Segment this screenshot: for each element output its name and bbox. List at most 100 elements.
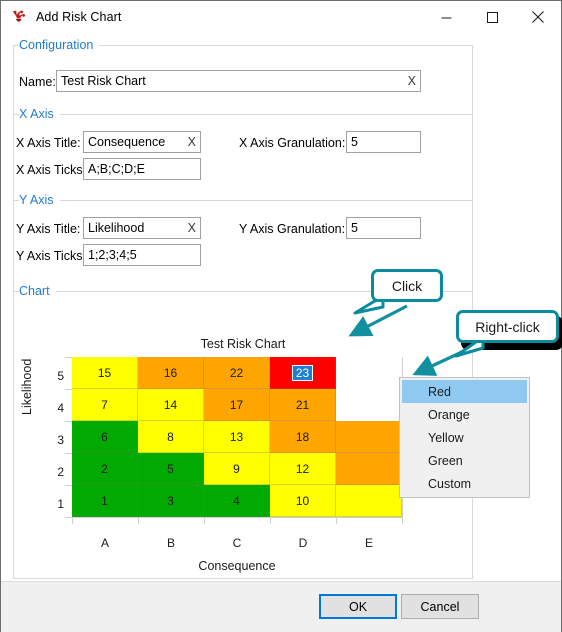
name-input[interactable]: Test Risk Chart X: [56, 70, 421, 92]
risk-cell-selected[interactable]: 23: [270, 357, 336, 389]
context-menu-item-label: Orange: [428, 407, 470, 422]
risk-cell[interactable]: [336, 389, 402, 421]
risk-cell[interactable]: 2: [72, 453, 138, 485]
dialog-content: Configuration Name: Test Risk Chart X X …: [1, 33, 561, 581]
name-clear-icon[interactable]: X: [404, 74, 416, 88]
risk-cell[interactable]: 10: [270, 485, 336, 517]
risk-cell-value: 1: [101, 493, 108, 508]
x-axis-title-value: Consequence: [88, 135, 166, 149]
x-tick-label: C: [232, 536, 242, 550]
risk-cell-value: 8: [167, 429, 174, 444]
risk-cell[interactable]: 15: [72, 357, 138, 389]
risk-cell-value: 22: [229, 365, 244, 380]
context-menu-item-custom[interactable]: Custom: [400, 472, 529, 495]
y-axis-title-input[interactable]: Likelihood X: [83, 217, 201, 239]
risk-cell-value: 9: [233, 461, 240, 476]
risk-cell[interactable]: [336, 485, 402, 517]
y-tick-label: 2: [57, 465, 64, 479]
risk-cell[interactable]: [336, 357, 402, 389]
x-axis-granulation-value: 5: [351, 135, 358, 149]
y-axis-title-label: Y Axis Title:: [16, 222, 81, 236]
x-axis-ticks-input[interactable]: A;B;C;D;E: [83, 158, 201, 180]
risk-cell-value: 16: [163, 365, 178, 380]
name-input-value: Test Risk Chart: [61, 74, 146, 88]
context-menu-item-yellow[interactable]: Yellow: [400, 426, 529, 449]
chart-label: Chart: [19, 284, 56, 298]
risk-cell[interactable]: [336, 421, 402, 453]
x-axis-ticks-value: A;B;C;D;E: [88, 162, 145, 176]
minimize-icon[interactable]: [423, 1, 469, 33]
risk-cell[interactable]: 13: [204, 421, 270, 453]
y-axis-ticks-label: Y Axis Ticks:: [16, 249, 86, 263]
color-context-menu[interactable]: Red Orange Yellow Green Custom: [399, 377, 530, 498]
x-tick-label: B: [166, 536, 175, 550]
click-callout: Click: [371, 269, 443, 302]
risk-cell-value: 6: [101, 429, 108, 444]
y-axis-granulation-input[interactable]: 5: [346, 217, 421, 239]
context-menu-item-label: Custom: [428, 476, 472, 491]
context-menu-item-label: Red: [428, 384, 451, 399]
ok-button[interactable]: OK: [319, 594, 397, 619]
y-tick-label: 5: [57, 369, 64, 383]
risk-cell[interactable]: 14: [138, 389, 204, 421]
cancel-button-label: Cancel: [420, 599, 460, 614]
title-bar: Add Risk Chart: [1, 1, 561, 33]
click-callout-label: Click: [391, 277, 423, 294]
risk-cell[interactable]: 9: [204, 453, 270, 485]
risk-cell[interactable]: 1: [72, 485, 138, 517]
x-axis-caption: Consequence: [198, 559, 276, 573]
risk-cell-value: 12: [295, 461, 310, 476]
risk-cell[interactable]: 17: [204, 389, 270, 421]
risk-cell[interactable]: 22: [204, 357, 270, 389]
risk-cell-value: 5: [167, 461, 174, 476]
context-menu-item-label: Green: [428, 453, 463, 468]
risk-cell[interactable]: 5: [138, 453, 204, 485]
context-menu-item-orange[interactable]: Orange: [400, 403, 529, 426]
y-axis-caption: Likelihood: [20, 358, 34, 415]
add-risk-chart-dialog: Add Risk Chart Configuration Name: Test …: [0, 0, 562, 632]
y-axis-ticks-value: 1;2;3;4;5: [88, 248, 137, 262]
risk-cell-value: 4: [233, 493, 240, 508]
name-label: Name:: [19, 75, 56, 89]
configuration-label: Configuration: [19, 38, 100, 52]
x-tick-label: E: [364, 536, 373, 550]
maximize-icon[interactable]: [469, 1, 515, 33]
risk-cell[interactable]: 12: [270, 453, 336, 485]
risk-cell[interactable]: 16: [138, 357, 204, 389]
risk-cell-value: 23: [291, 364, 314, 381]
risk-cell[interactable]: 8: [138, 421, 204, 453]
risk-cell-value: 15: [97, 365, 112, 380]
risk-cell[interactable]: 6: [72, 421, 138, 453]
risk-cell-value: 2: [101, 461, 108, 476]
right-click-callout-label: Right-click: [475, 318, 540, 335]
context-menu-item-green[interactable]: Green: [400, 449, 529, 472]
risk-cell-value: 17: [229, 397, 244, 412]
y-axis-separator: [13, 200, 473, 201]
x-axis-granulation-input[interactable]: 5: [346, 131, 421, 153]
risk-cell[interactable]: 18: [270, 421, 336, 453]
window-title: Add Risk Chart: [36, 10, 122, 24]
x-tick-label: D: [298, 536, 308, 550]
x-axis-ticks-label: X Axis Ticks:: [16, 163, 87, 177]
close-icon[interactable]: [515, 1, 561, 33]
risk-cell[interactable]: 3: [138, 485, 204, 517]
right-click-callout: Right-click: [456, 310, 559, 343]
x-axis-separator: [13, 114, 473, 115]
x-axis-title-label: X Axis Title:: [16, 136, 81, 150]
y-axis-title-clear-icon[interactable]: X: [184, 221, 196, 235]
y-tick-label: 1: [57, 497, 64, 511]
y-axis-title-value: Likelihood: [88, 221, 145, 235]
y-axis-granulation-label: Y Axis Granulation:: [239, 222, 346, 236]
y-axis-ticks-input[interactable]: 1;2;3;4;5: [83, 244, 201, 266]
risk-cell[interactable]: 21: [270, 389, 336, 421]
ok-button-label: OK: [348, 599, 368, 614]
risk-cell[interactable]: 7: [72, 389, 138, 421]
x-axis-title-input[interactable]: Consequence X: [83, 131, 201, 153]
risk-cell[interactable]: [336, 453, 402, 485]
risk-cell-value: 13: [229, 429, 244, 444]
risk-cell[interactable]: 4: [204, 485, 270, 517]
x-axis-title-clear-icon[interactable]: X: [184, 135, 196, 149]
dialog-footer: OK Cancel: [1, 581, 561, 632]
cancel-button[interactable]: Cancel: [401, 594, 479, 619]
risk-matrix-plot[interactable]: 15 16 22 23 7 14 17 21 6 8 13 18 2 5 9 1…: [65, 357, 403, 524]
